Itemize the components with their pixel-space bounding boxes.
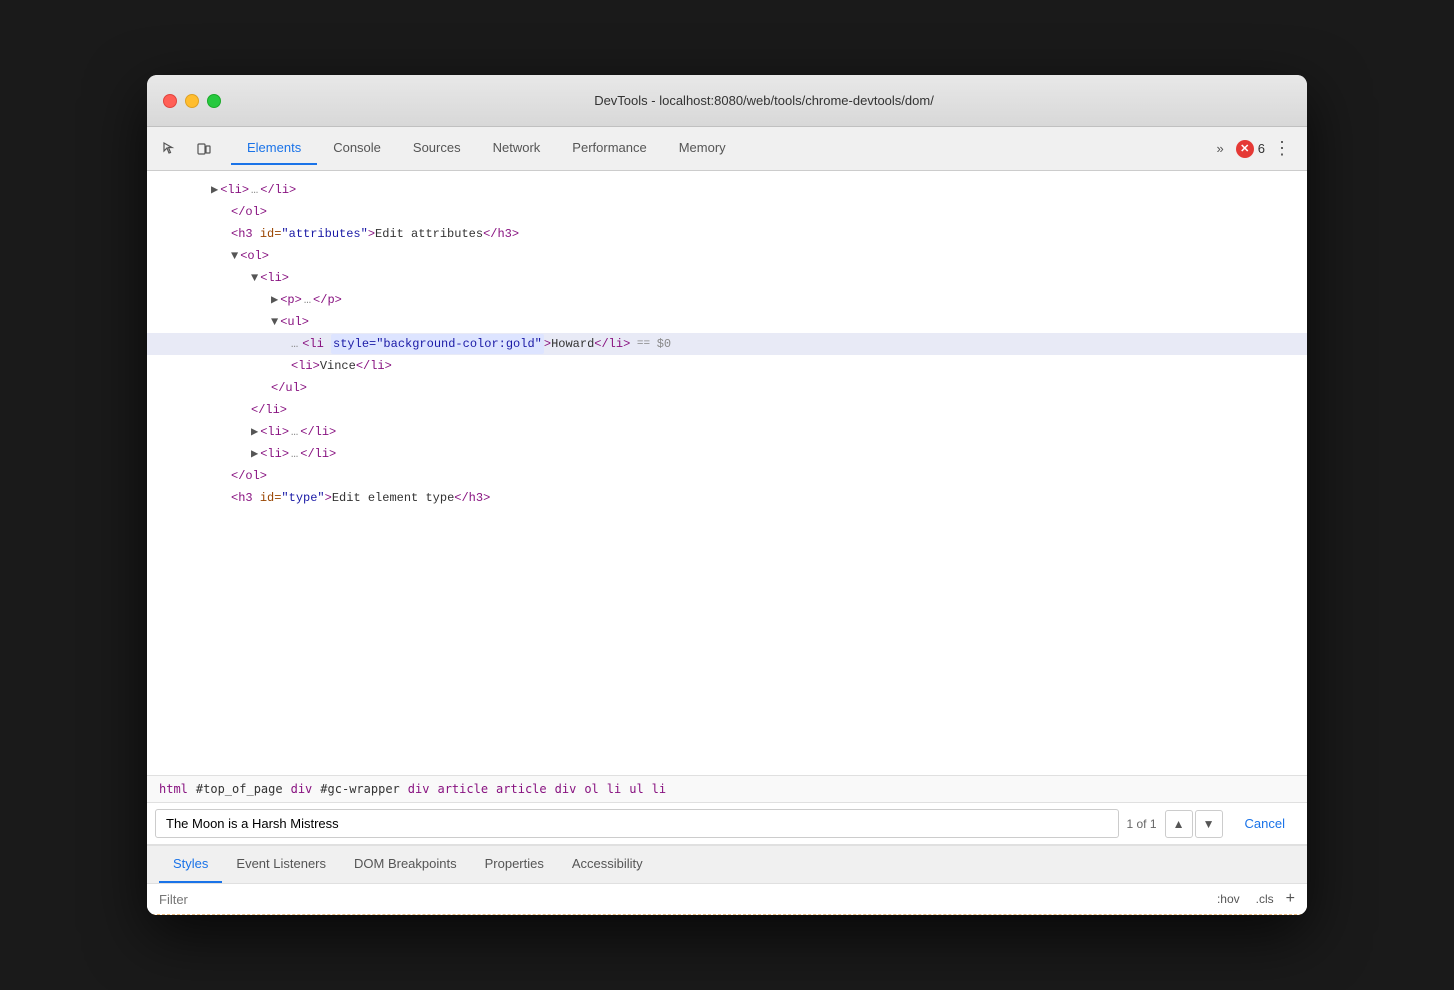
breadcrumb-li-1[interactable]: li	[607, 782, 621, 796]
tab-console[interactable]: Console	[317, 132, 397, 165]
tab-styles[interactable]: Styles	[159, 846, 222, 883]
search-cancel-button[interactable]: Cancel	[1231, 810, 1299, 837]
title-bar: DevTools - localhost:8080/web/tools/chro…	[147, 75, 1307, 127]
dom-line[interactable]: ▶<p>…</p>	[147, 289, 1307, 311]
search-navigation: ▲ ▼	[1165, 810, 1223, 838]
dom-line[interactable]: ▼<li>	[147, 267, 1307, 289]
maximize-button[interactable]	[207, 94, 221, 108]
collapse-triangle[interactable]: ▶	[251, 444, 258, 464]
pseudo-state-button[interactable]: :hov	[1213, 890, 1244, 908]
collapse-triangle[interactable]: ▶	[271, 290, 278, 310]
breadcrumb-article-2[interactable]: article	[496, 782, 547, 796]
collapse-triangle[interactable]: ▼	[231, 246, 238, 266]
search-next-button[interactable]: ▼	[1195, 810, 1223, 838]
dom-line[interactable]: ▼<ul>	[147, 311, 1307, 333]
search-count: 1 of 1	[1127, 817, 1157, 831]
breadcrumb-article-1[interactable]: article	[437, 782, 488, 796]
dom-line[interactable]: </ol>	[147, 201, 1307, 223]
dom-line[interactable]: <h3 id="attributes">Edit attributes</h3>	[147, 223, 1307, 245]
error-badge: ✕ 6	[1236, 140, 1265, 158]
window-title: DevTools - localhost:8080/web/tools/chro…	[237, 93, 1291, 108]
minimize-button[interactable]	[185, 94, 199, 108]
tab-accessibility[interactable]: Accessibility	[558, 846, 657, 883]
breadcrumb-li-2[interactable]: li	[652, 782, 666, 796]
dom-line[interactable]: ▶<li>…</li>	[147, 421, 1307, 443]
dom-line[interactable]: </ol>	[147, 465, 1307, 487]
breadcrumb-html[interactable]: html	[159, 782, 188, 796]
tab-properties[interactable]: Properties	[471, 846, 558, 883]
error-count: 6	[1258, 141, 1265, 156]
dom-line[interactable]: <h3 id="type">Edit element type</h3>	[147, 487, 1307, 509]
breadcrumb-div-3[interactable]: div	[555, 782, 577, 796]
tab-elements[interactable]: Elements	[231, 132, 317, 165]
bottom-panel: Styles Event Listeners DOM Breakpoints P…	[147, 845, 1307, 915]
breadcrumb-top-of-page[interactable]: #top_of_page	[196, 782, 283, 796]
dom-viewer[interactable]: ▶<li>…</li> </ol> <h3 id="attributes">Ed…	[147, 171, 1307, 775]
breadcrumb-ul[interactable]: ul	[629, 782, 643, 796]
dom-line[interactable]: ▶<li>…</li>	[147, 443, 1307, 465]
panel-tabs: Styles Event Listeners DOM Breakpoints P…	[147, 846, 1307, 884]
filter-input[interactable]	[159, 892, 1205, 907]
breadcrumb-bar: html #top_of_page div #gc-wrapper div ar…	[147, 775, 1307, 803]
tab-sources[interactable]: Sources	[397, 132, 477, 165]
dom-line[interactable]: </li>	[147, 399, 1307, 421]
filter-bar: :hov .cls +	[147, 884, 1307, 915]
tool-buttons	[155, 134, 219, 164]
inspect-button[interactable]	[155, 134, 185, 164]
collapse-triangle[interactable]: ▼	[251, 268, 258, 288]
dom-line[interactable]: </ul>	[147, 377, 1307, 399]
device-mode-button[interactable]	[189, 134, 219, 164]
collapse-triangle[interactable]: ▼	[271, 312, 278, 332]
dom-line[interactable]: <li>Vince</li>	[147, 355, 1307, 377]
line-dots-indicator: …	[291, 334, 298, 354]
breadcrumb-ol[interactable]: ol	[584, 782, 598, 796]
collapse-triangle[interactable]: ▶	[211, 180, 218, 200]
breadcrumb-div-2[interactable]: div	[408, 782, 430, 796]
tab-event-listeners[interactable]: Event Listeners	[222, 846, 340, 883]
more-tabs-button[interactable]: »	[1209, 137, 1232, 160]
tab-bar: Elements Console Sources Network Perform…	[147, 127, 1307, 171]
add-style-button[interactable]: +	[1286, 890, 1295, 908]
tab-memory[interactable]: Memory	[663, 132, 742, 165]
main-content: ▶<li>…</li> </ol> <h3 id="attributes">Ed…	[147, 171, 1307, 915]
dom-line-highlighted[interactable]: … <li style="background-color:gold">Howa…	[147, 333, 1307, 355]
more-options-button[interactable]: ⋮	[1265, 134, 1299, 163]
search-bar: 1 of 1 ▲ ▼ Cancel	[147, 803, 1307, 845]
collapse-triangle[interactable]: ▶	[251, 422, 258, 442]
tab-dom-breakpoints[interactable]: DOM Breakpoints	[340, 846, 471, 883]
dom-line[interactable]: ▼<ol>	[147, 245, 1307, 267]
search-input[interactable]	[155, 809, 1119, 838]
dom-line[interactable]: ▶<li>…</li>	[147, 179, 1307, 201]
traffic-lights	[163, 94, 221, 108]
filter-buttons: :hov .cls +	[1213, 890, 1295, 908]
cls-button[interactable]: .cls	[1252, 890, 1278, 908]
breadcrumb-div-1[interactable]: div	[291, 782, 313, 796]
search-prev-button[interactable]: ▲	[1165, 810, 1193, 838]
main-tabs: Elements Console Sources Network Perform…	[231, 132, 1209, 165]
tab-network[interactable]: Network	[477, 132, 557, 165]
tab-performance[interactable]: Performance	[556, 132, 662, 165]
devtools-window: DevTools - localhost:8080/web/tools/chro…	[147, 75, 1307, 915]
breadcrumb-gc-wrapper[interactable]: #gc-wrapper	[320, 782, 399, 796]
close-button[interactable]	[163, 94, 177, 108]
error-icon: ✕	[1236, 140, 1254, 158]
